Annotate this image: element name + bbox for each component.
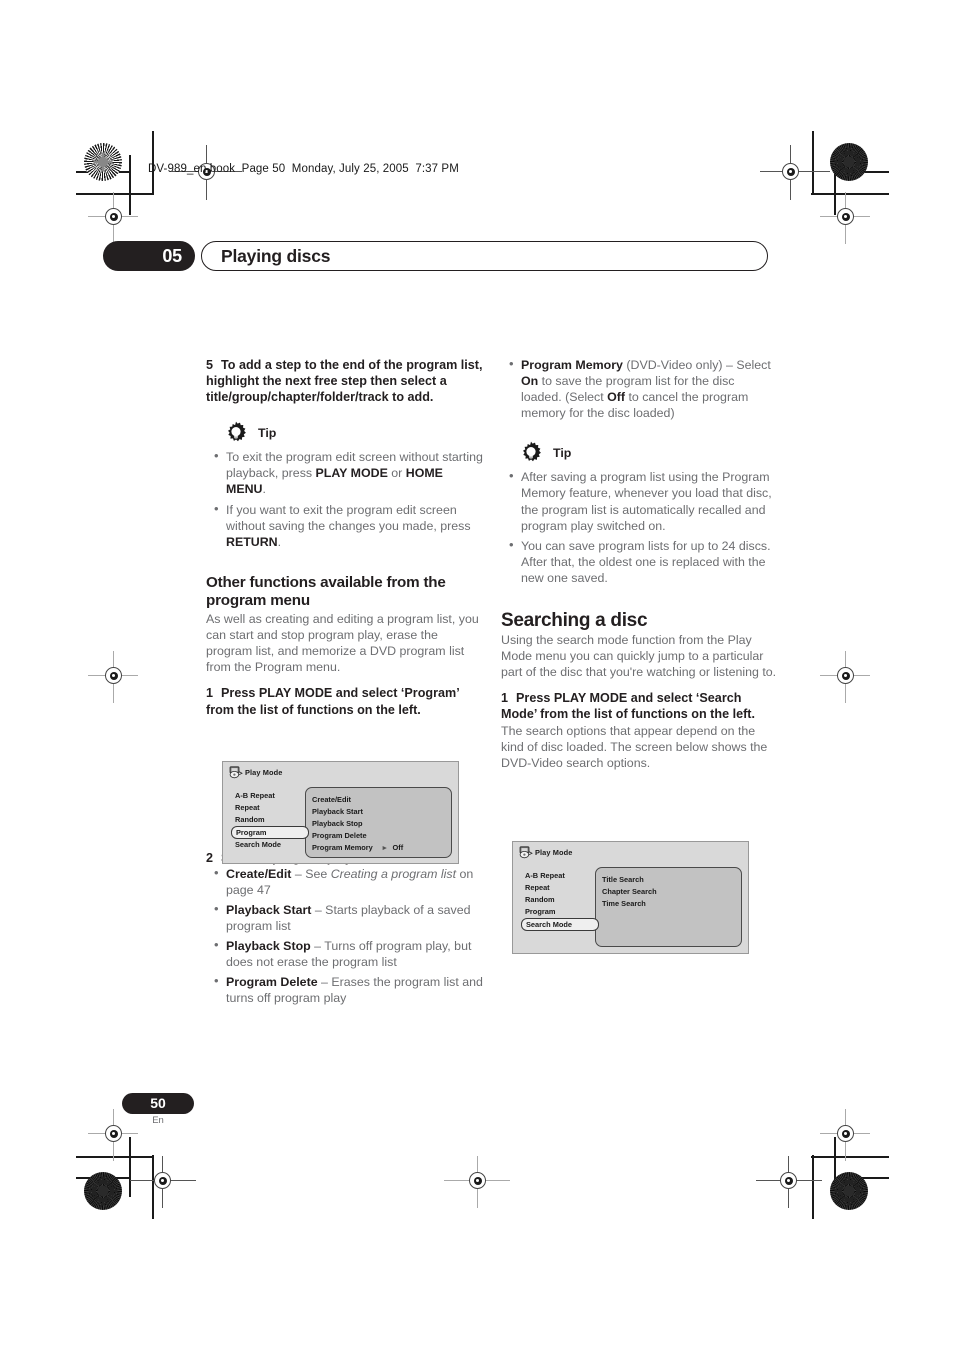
search-options-note: The search options that appear depend on… [501, 723, 768, 770]
osd-menu-item-ab-repeat[interactable]: A-B Repeat [231, 790, 309, 802]
crop-mark-bottom-left-v [152, 1155, 154, 1219]
running-header-text: DV-989_en.book Page 50 Monday, July 25, … [148, 163, 459, 175]
osd-panel-program: Create/Edit Playback Start Playback Stop… [305, 787, 452, 858]
right-text-column: Program Memory (DVD-Video only) – Select… [501, 356, 778, 771]
list-item: Create/Edit – See Creating a program lis… [206, 865, 483, 898]
chapter-number-badge: 05 [103, 241, 195, 271]
step-1-right-number: 1 [501, 691, 509, 706]
step-1-left: 1 Press PLAY MODE and select ‘Program’ fr… [206, 685, 483, 717]
left-text-column: 5 To add a step to the end of the program… [206, 357, 483, 1010]
print-rosette-bottom-left [84, 1172, 122, 1210]
tip-label-right: Tip [553, 446, 572, 461]
list-item: To exit the program edit screen without … [206, 448, 483, 497]
crop-mark-top-right-h [811, 193, 889, 195]
osd-menu-item-search-mode[interactable]: Search Mode [521, 918, 599, 931]
registration-mark-left-bottom [105, 1125, 122, 1142]
play-mode-disc-icon [229, 766, 243, 779]
other-functions-intro: As well as creating and editing a progra… [206, 612, 479, 675]
osd-panel-item-label: Program Memory [312, 843, 373, 852]
registration-mark-right-top [837, 208, 854, 225]
tip-bullet-list-left: To exit the program edit screen without … [206, 448, 483, 550]
crop-mark-bottom-left-inner-v [129, 1137, 131, 1197]
step-1-right-text: Press PLAY MODE and select ‘Search Mode’… [501, 691, 755, 722]
tip-gear-bulb-icon [224, 421, 248, 445]
osd-menu-item-random[interactable]: Random [231, 814, 309, 826]
crop-mark-bottom-right-h [811, 1156, 889, 1158]
osd-menu-item-random[interactable]: Random [521, 894, 599, 906]
crop-mark-bottom-left-h [76, 1156, 154, 1158]
step-5-number: 5 [206, 358, 214, 372]
crop-mark-top-left-inner-v [129, 155, 131, 215]
osd-panel-item[interactable]: Playback Start [312, 806, 451, 818]
tip-heading-right: Tip [501, 441, 778, 467]
step-2-number: 2 [206, 850, 214, 865]
section-heading-other-functions: Other functions available from the progr… [206, 573, 446, 610]
osd-panel-item-title-search[interactable]: Title Search [602, 874, 741, 886]
osd-panel-item[interactable]: Program Delete [312, 830, 451, 842]
registration-mark-left-middle [105, 667, 122, 684]
step-1-right: 1 Press PLAY MODE and select ‘Search Mode… [501, 690, 778, 722]
page-title: Playing discs [221, 246, 331, 266]
crop-mark-top-right-v [812, 131, 814, 195]
section-heading-searching-a-disc: Searching a disc [501, 610, 648, 632]
list-item: After saving a program list using the Pr… [501, 468, 778, 533]
searching-intro: Using the search mode function from the … [501, 633, 777, 680]
registration-mark-bottom-center [469, 1172, 486, 1189]
crop-mark-top-left-h [76, 193, 154, 195]
osd-menu-program: A-B Repeat Repeat Random Program Search … [231, 790, 309, 851]
tip-gear-bulb-icon [519, 441, 543, 465]
osd-title-search: Play Mode [535, 848, 573, 857]
registration-mark-bottom-right-corner [780, 1172, 797, 1189]
osd-menu-item-ab-repeat[interactable]: A-B Repeat [521, 870, 599, 882]
registration-mark-right-middle [837, 667, 854, 684]
osd-title-program: Play Mode [245, 768, 283, 777]
registration-mark-top-right [782, 163, 799, 180]
osd-screenshot-program-menu: Play Mode Create/Edit Playback Start Pla… [222, 761, 459, 864]
list-item: Program Delete – Erases the program list… [206, 973, 483, 1006]
chapter-header-bar: 05 Playing discs [103, 241, 768, 271]
play-mode-disc-icon [519, 846, 533, 859]
tip-heading-left: Tip [206, 421, 483, 447]
step-5: 5 To add a step to the end of the program… [206, 357, 483, 405]
tip-label-left: Tip [258, 426, 277, 441]
list-item: If you want to exit the program edit scr… [206, 501, 483, 550]
osd-panel-item[interactable]: Create/Edit [312, 794, 451, 806]
osd-menu-search: A-B Repeat Repeat Random Program Search … [521, 870, 599, 931]
page-number-badge: 50 [122, 1093, 194, 1114]
chevron-right-icon: ▸ [382, 843, 387, 852]
list-item: Playback Stop – Turns off program play, … [206, 937, 483, 970]
step-1-left-number: 1 [206, 686, 214, 701]
program-function-list: Create/Edit – See Creating a program lis… [206, 865, 483, 1007]
osd-menu-item-repeat[interactable]: Repeat [521, 882, 599, 894]
list-item: You can save program lists for up to 24 … [501, 537, 778, 586]
osd-panel-item-program-memory[interactable]: Program Memory ▸ Off [312, 842, 451, 854]
osd-menu-item-repeat[interactable]: Repeat [231, 802, 309, 814]
crop-mark-bottom-right-v [812, 1155, 814, 1219]
registration-mark-bottom-left-corner [154, 1172, 171, 1189]
osd-menu-item-program[interactable]: Program [231, 826, 309, 839]
registration-mark-left-top [105, 208, 122, 225]
osd-panel-item-chapter-search[interactable]: Chapter Search [602, 886, 741, 898]
list-item: Program Memory (DVD-Video only) – Select… [501, 356, 778, 421]
osd-menu-item-search-mode[interactable]: Search Mode [231, 839, 309, 851]
program-memory-list: Program Memory (DVD-Video only) – Select… [501, 356, 778, 421]
print-rosette-top-left [84, 143, 122, 181]
print-rosette-top-right [830, 143, 868, 181]
osd-panel-item-time-search[interactable]: Time Search [602, 898, 741, 910]
page-language-code: En [152, 1115, 164, 1126]
step-1-left-text: Press PLAY MODE and select ‘Program’ fro… [206, 686, 459, 717]
step-5-text: To add a step to the end of the program … [206, 358, 483, 405]
list-item: Playback Start – Starts playback of a sa… [206, 901, 483, 934]
osd-menu-item-program[interactable]: Program [521, 906, 599, 918]
osd-panel-search: Title Search Chapter Search Time Search [595, 867, 742, 947]
osd-screenshot-search-mode: Play Mode Title Search Chapter Search Ti… [512, 841, 749, 954]
registration-mark-right-bottom [837, 1125, 854, 1142]
osd-panel-item-value: Off [392, 843, 404, 852]
osd-panel-item[interactable]: Playback Stop [312, 818, 451, 830]
print-rosette-bottom-right [830, 1172, 868, 1210]
tip-bullet-list-right: After saving a program list using the Pr… [501, 468, 778, 586]
